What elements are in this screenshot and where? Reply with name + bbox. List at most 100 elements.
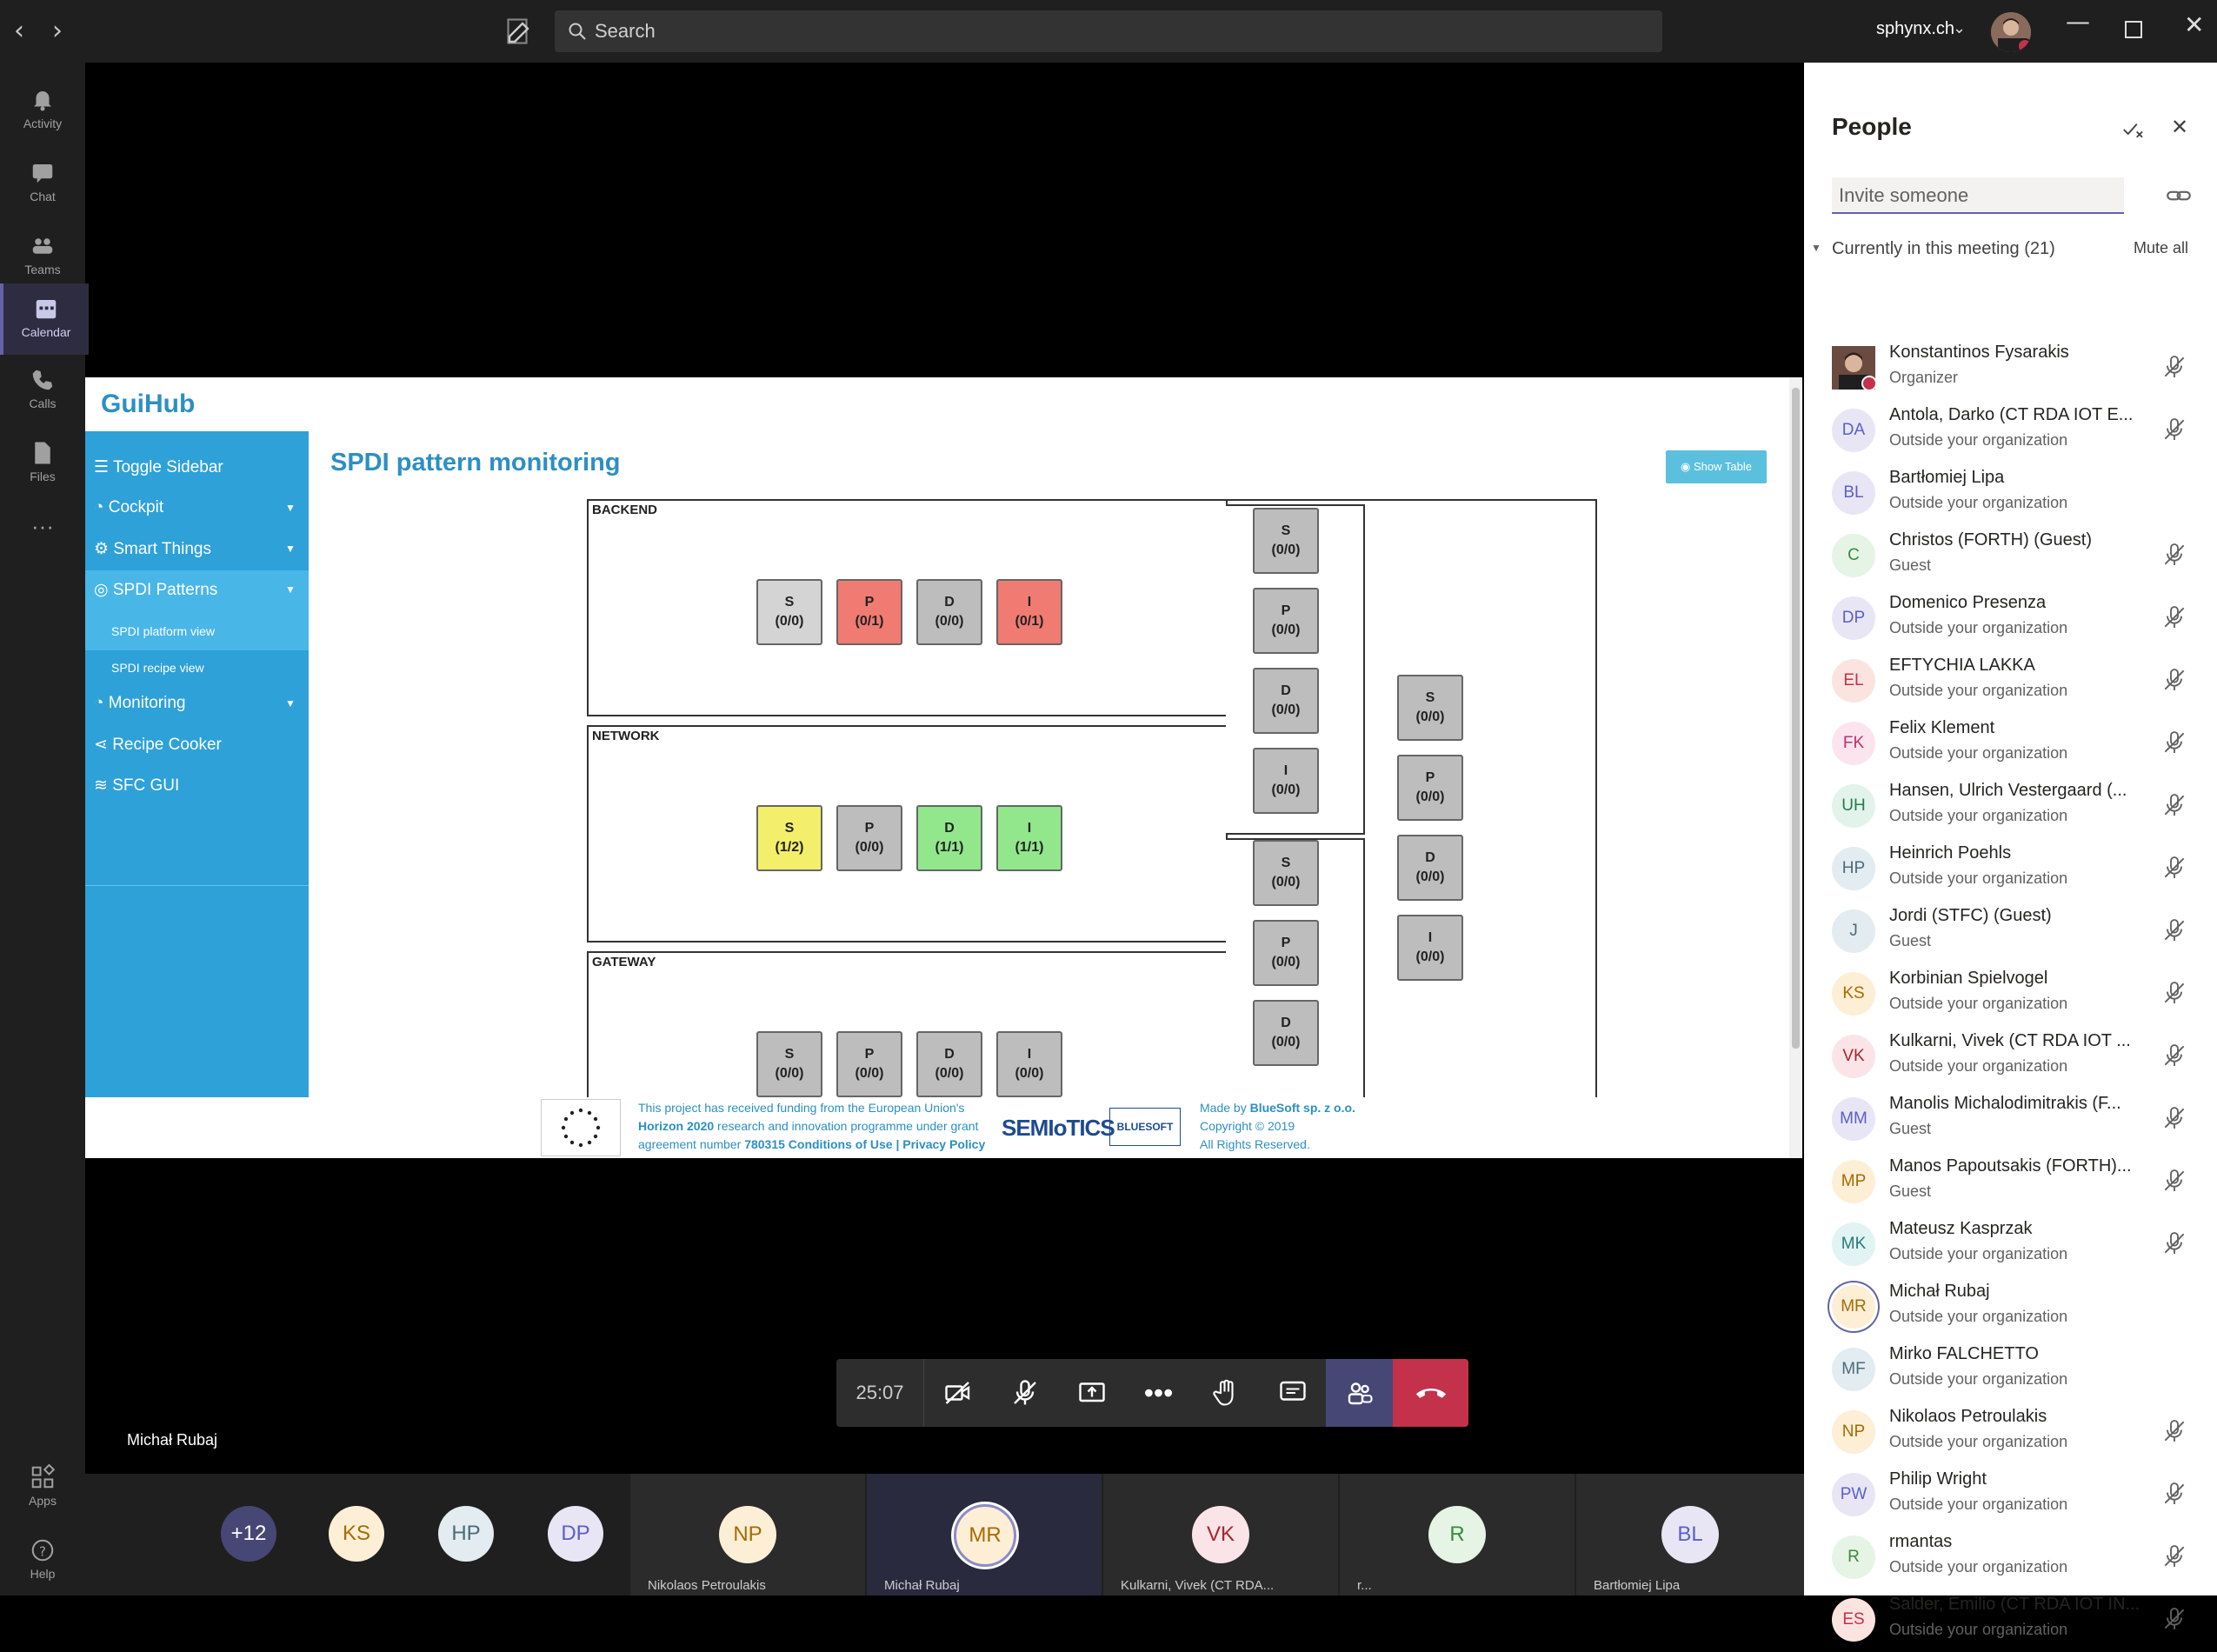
gallery-avatar-small[interactable]: HP bbox=[438, 1506, 494, 1562]
guihub-scrollbar[interactable] bbox=[1789, 377, 1802, 1158]
participant-row[interactable]: MM Manolis Michalodimitrakis (F... Guest bbox=[1804, 1089, 2217, 1151]
pattern-tile[interactable]: I (0/0) bbox=[1253, 748, 1319, 814]
raise-hand-button[interactable] bbox=[1192, 1359, 1259, 1427]
participant-row[interactable]: FK Felix Klement Outside your organization bbox=[1804, 713, 2217, 776]
mic-muted-icon[interactable] bbox=[2160, 353, 2188, 381]
search-box[interactable]: Search bbox=[555, 10, 1662, 52]
pattern-tile[interactable]: P (0/0) bbox=[1397, 755, 1463, 821]
pattern-tile[interactable]: P (0/0) bbox=[836, 805, 902, 871]
participant-row[interactable]: DA Antola, Darko (CT RDA IOT E... Outside … bbox=[1804, 400, 2217, 463]
mic-muted-icon[interactable] bbox=[2160, 729, 2188, 756]
participant-row[interactable]: C Christos (FORTH) (Guest) Guest bbox=[1804, 525, 2217, 588]
minimize-icon[interactable]: — bbox=[2066, 7, 2090, 36]
rail-item-activity[interactable]: Activity bbox=[0, 75, 85, 146]
gallery-avatar-small[interactable]: DP bbox=[548, 1506, 603, 1562]
participant-row[interactable]: Rrmantas Outside your organization bbox=[1804, 1527, 2217, 1589]
pattern-tile[interactable]: D (0/0) bbox=[916, 579, 982, 645]
participant-row[interactable]: DP Domenico Presenza Outside your organiza… bbox=[1804, 588, 2217, 650]
close-panel-icon[interactable]: ✕ bbox=[2171, 115, 2188, 139]
participant-row[interactable]: KS Korbinian Spielvogel Outside your organ… bbox=[1804, 963, 2217, 1026]
gallery-tile[interactable]: VK Kulkarni, Vivek (CT RDA... bbox=[1103, 1474, 1338, 1595]
chat-button[interactable] bbox=[1259, 1359, 1326, 1427]
gallery-tile[interactable]: BL Bartłomiej Lipa bbox=[1576, 1474, 1804, 1595]
participant-row[interactable]: EL EFTYCHIA LAKKA Outside your organizatio… bbox=[1804, 650, 2217, 713]
pattern-tile[interactable]: P (0/0) bbox=[1253, 920, 1319, 986]
pattern-tile[interactable]: S (0/0) bbox=[756, 1031, 822, 1097]
participant-row[interactable]: NP Nikolaos Petroulakis Outside your organ… bbox=[1804, 1402, 2217, 1464]
chevron-down-icon[interactable]: ⌄ bbox=[1953, 19, 1966, 37]
current-meeting-heading[interactable]: Currently in this meeting (21) bbox=[1832, 239, 2055, 259]
pattern-tile[interactable]: D (0/0) bbox=[1253, 668, 1319, 734]
maximize-icon[interactable] bbox=[2125, 21, 2142, 38]
rail-item-calls[interactable]: Calls bbox=[0, 355, 85, 426]
pattern-tile[interactable]: I (0/0) bbox=[996, 1031, 1062, 1097]
mic-muted-icon[interactable] bbox=[2160, 979, 2188, 1007]
pattern-tile[interactable]: S (0/0) bbox=[756, 579, 822, 645]
pattern-tile[interactable]: S (0/0) bbox=[1397, 675, 1463, 741]
scrollbar-thumb[interactable] bbox=[1792, 388, 1800, 1049]
close-window-icon[interactable]: ✕ bbox=[2184, 10, 2204, 39]
more-apps-icon[interactable]: ··· bbox=[0, 513, 85, 584]
participant-row[interactable]: ES Salder, Emilio (CT RDA IOT IN... Outsid… bbox=[1804, 1589, 2217, 1652]
participant-row[interactable]: MR Michał Rubaj Outside your organization bbox=[1804, 1276, 2217, 1339]
pattern-tile[interactable]: D (0/0) bbox=[1253, 1000, 1319, 1066]
pattern-tile[interactable]: S (0/0) bbox=[1253, 508, 1319, 574]
rail-item-help[interactable]: ? Help bbox=[0, 1525, 85, 1596]
mic-muted-icon[interactable] bbox=[2160, 854, 2188, 882]
hang-up-button[interactable] bbox=[1393, 1359, 1468, 1427]
link-icon[interactable] bbox=[2164, 181, 2194, 210]
mute-button[interactable] bbox=[991, 1359, 1058, 1427]
participant-row[interactable]: MK Mateusz Kasprzak Outside your organizat… bbox=[1804, 1214, 2217, 1276]
mic-muted-icon[interactable] bbox=[2160, 1605, 2188, 1633]
compose-icon[interactable] bbox=[504, 16, 536, 47]
pattern-tile[interactable]: I (0/0) bbox=[1397, 915, 1463, 981]
participant-row[interactable]: J Jordi (STFC) (Guest) Guest bbox=[1804, 901, 2217, 963]
mic-muted-icon[interactable] bbox=[2160, 1104, 2188, 1132]
profile-avatar[interactable] bbox=[1991, 12, 2031, 52]
mic-muted-icon[interactable] bbox=[2160, 791, 2188, 819]
mic-muted-icon[interactable] bbox=[2160, 666, 2188, 694]
gallery-tile[interactable]: R r... bbox=[1340, 1474, 1575, 1595]
participant-row[interactable]: HP Heinrich Poehls Outside your organizati… bbox=[1804, 838, 2217, 901]
pattern-tile[interactable]: D (0/0) bbox=[916, 1031, 982, 1097]
gallery-tile[interactable]: NP Nikolaos Petroulakis bbox=[630, 1474, 865, 1595]
mic-muted-icon[interactable] bbox=[2160, 1229, 2188, 1257]
conditions-link[interactable]: Conditions of Use bbox=[785, 1137, 893, 1151]
participant-row[interactable]: BL Bartłomiej Lipa Outside your organizati… bbox=[1804, 463, 2217, 525]
participant-row[interactable]: UH Hansen, Ulrich Vestergaard (... Outside… bbox=[1804, 776, 2217, 838]
mic-muted-icon[interactable] bbox=[2160, 541, 2188, 569]
mic-muted-icon[interactable] bbox=[2160, 1480, 2188, 1508]
mic-muted-icon[interactable] bbox=[2160, 416, 2188, 443]
pattern-tile[interactable]: I (0/1) bbox=[996, 579, 1062, 645]
mute-all-button[interactable]: Mute all bbox=[2134, 239, 2188, 257]
mic-muted-icon[interactable] bbox=[2160, 1542, 2188, 1570]
pattern-tile[interactable]: S (0/0) bbox=[1253, 840, 1319, 906]
pattern-tile[interactable]: P (0/0) bbox=[836, 1031, 902, 1097]
rail-item-teams[interactable]: Teams bbox=[0, 221, 85, 292]
mic-muted-icon[interactable] bbox=[2160, 916, 2188, 944]
rail-item-calendar[interactable]: Calendar bbox=[0, 283, 89, 355]
more-actions-icon[interactable]: ••• bbox=[1125, 1359, 1192, 1427]
pattern-tile[interactable]: P (0/0) bbox=[1253, 588, 1319, 654]
mic-muted-icon[interactable] bbox=[2160, 603, 2188, 631]
overflow-count[interactable]: +12 bbox=[221, 1506, 276, 1562]
mic-muted-icon[interactable] bbox=[2160, 1042, 2188, 1069]
participant-row[interactable]: MF Mirko FALCHETTO Outside your organizati… bbox=[1804, 1339, 2217, 1402]
share-screen-button[interactable] bbox=[1058, 1359, 1125, 1427]
mic-muted-icon[interactable] bbox=[2160, 1417, 2188, 1445]
gallery-avatar-small[interactable]: KS bbox=[329, 1506, 384, 1562]
participants-button[interactable] bbox=[1326, 1359, 1393, 1427]
gallery-tile-speaking[interactable]: MR Michał Rubaj bbox=[867, 1474, 1102, 1595]
privacy-link[interactable]: | Privacy Policy bbox=[893, 1137, 985, 1151]
invite-input[interactable]: Invite someone bbox=[1832, 177, 2124, 214]
tenant-name[interactable]: sphynx.ch bbox=[1876, 19, 1954, 39]
pattern-tile[interactable]: S (1/2) bbox=[756, 805, 822, 871]
rail-item-files[interactable]: Files bbox=[0, 428, 85, 499]
rail-item-chat[interactable]: Chat bbox=[0, 148, 85, 219]
pattern-tile[interactable]: I (1/1) bbox=[996, 805, 1062, 871]
participant-row[interactable]: Konstantinos Fysarakis Organizer bbox=[1804, 337, 2217, 400]
rail-item-apps[interactable]: Apps bbox=[0, 1452, 85, 1523]
pattern-tile[interactable]: P (0/1) bbox=[836, 579, 902, 645]
participant-row[interactable]: MP Manos Papoutsakis (FORTH)... Guest bbox=[1804, 1151, 2217, 1214]
bluesoft-link[interactable]: BlueSoft sp. z o.o. bbox=[1250, 1101, 1355, 1115]
